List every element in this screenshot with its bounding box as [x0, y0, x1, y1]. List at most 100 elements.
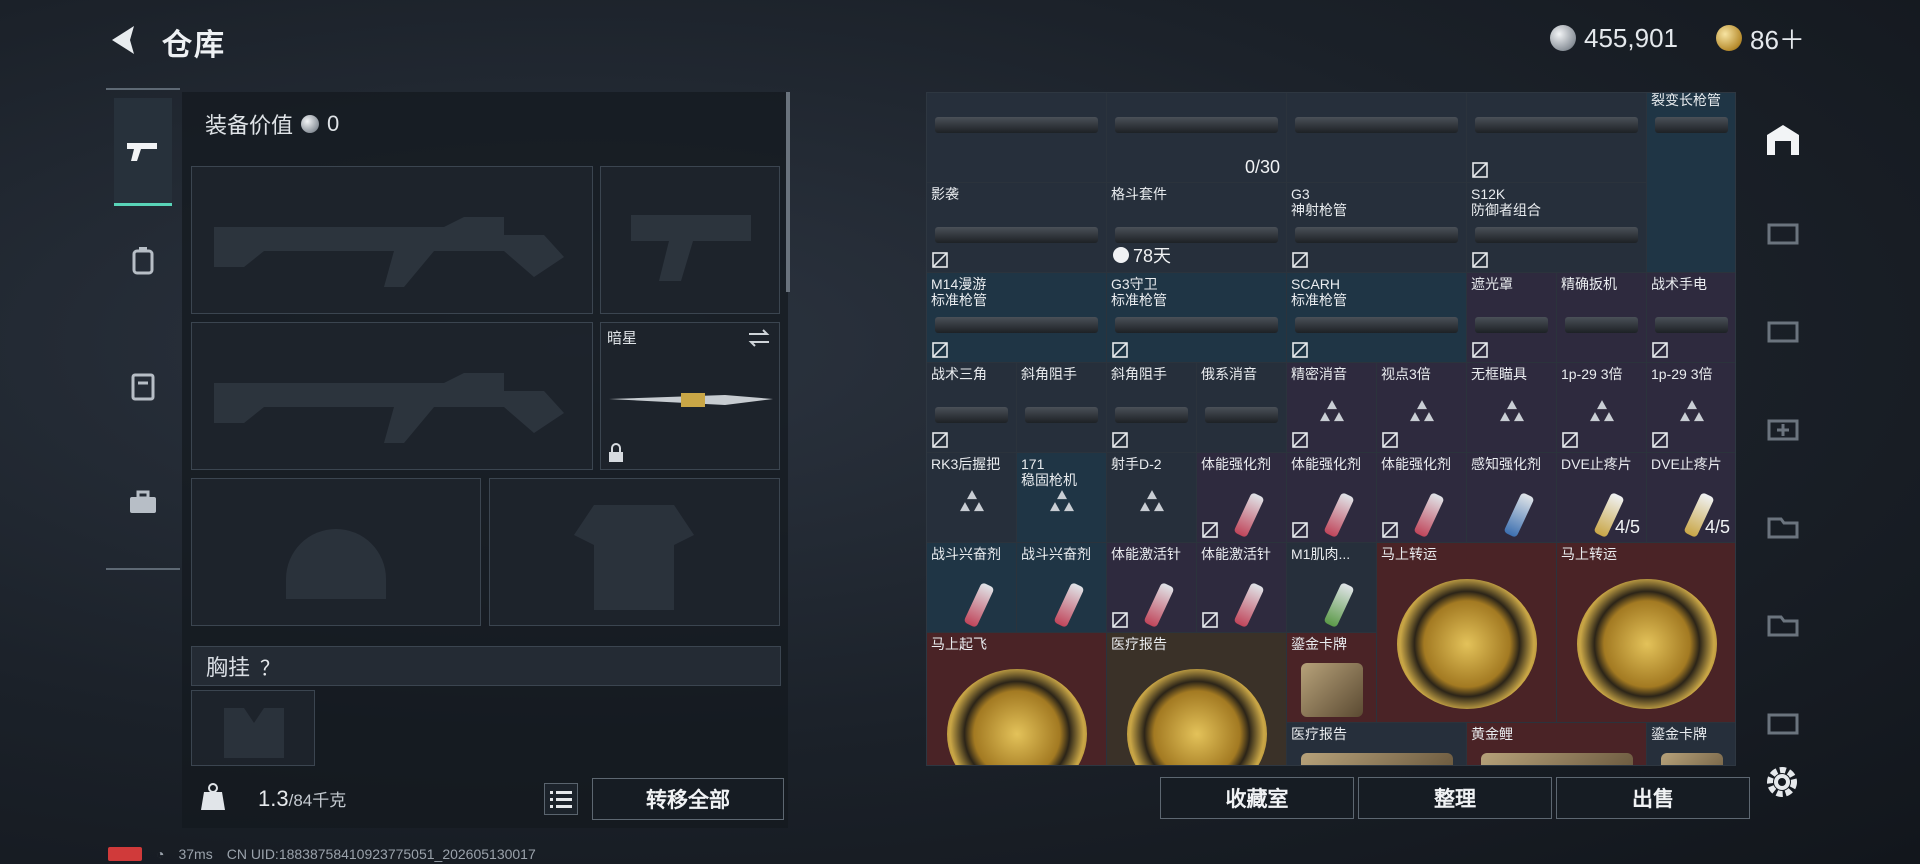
item-cell[interactable]: SMG45 裂变长枪管 — [1647, 92, 1735, 273]
item-cell[interactable]: 斜角阻手 — [1107, 363, 1197, 453]
item-cell[interactable] — [1287, 93, 1467, 183]
item-cell[interactable]: 战术手电 — [1647, 273, 1735, 363]
item-cell[interactable]: 感知强化剂 — [1467, 453, 1557, 543]
item-cell[interactable]: 鎏金卡牌 — [1287, 633, 1377, 723]
item-cell[interactable]: 精确扳机 — [1557, 273, 1647, 363]
item-cell[interactable]: 俄系消音 — [1197, 363, 1287, 453]
tab-weapons[interactable] — [114, 98, 172, 206]
no-insure-icon — [931, 341, 949, 359]
item-cell[interactable]: 0/30 — [1107, 93, 1287, 183]
helmet-slot[interactable] — [191, 478, 481, 626]
item-cell[interactable]: 体能强化剂 — [1197, 453, 1287, 543]
tab-storage-5[interactable] — [1756, 304, 1810, 354]
tab-toolbox[interactable] — [114, 474, 172, 530]
chest-rig-slot[interactable] — [191, 690, 315, 766]
item-cell[interactable]: 战斗兴奋剂 — [1017, 543, 1107, 633]
item-name: 171 稳固枪机 — [1021, 456, 1077, 488]
item-cell[interactable]: 无框瞄具 — [1467, 363, 1557, 453]
item-cell[interactable]: G3守卫 标准枪管 — [1107, 273, 1287, 363]
item-image — [1655, 317, 1728, 333]
item-cell[interactable]: SCARH 标准枪管 — [1287, 273, 1467, 363]
back-arrow-icon[interactable] — [104, 20, 144, 60]
tab-armor[interactable] — [114, 358, 172, 414]
item-name: 马上转运 — [1561, 546, 1617, 562]
item-image — [1655, 117, 1728, 133]
item-cell[interactable]: 格斗套件 78天 — [1107, 183, 1287, 273]
item-cell[interactable] — [927, 93, 1107, 183]
list-view-button[interactable] — [544, 783, 578, 815]
item-cell[interactable]: 斜角阻手 — [1017, 363, 1107, 453]
help-icon[interactable]: ？ — [260, 652, 280, 681]
item-cell[interactable]: 战斗兴奋剂 — [927, 543, 1017, 633]
knife-icon — [609, 393, 773, 407]
gold-amount[interactable]: 86＋ — [1750, 20, 1805, 57]
sort-button[interactable]: 整理 — [1358, 777, 1552, 819]
item-name: DVE止疼片 — [1561, 456, 1632, 472]
settings-gear-icon[interactable] — [1762, 762, 1802, 802]
item-count: 0/30 — [1244, 157, 1280, 177]
unknown-attachment-icon — [1405, 398, 1439, 431]
gold-currency[interactable]: 86＋ — [1716, 20, 1805, 57]
item-cell[interactable]: 影袭 — [927, 183, 1107, 273]
sell-button[interactable]: 出售 — [1556, 777, 1750, 819]
no-insure-icon — [1291, 341, 1309, 359]
collectible-image — [947, 669, 1087, 765]
tab-storage-folder-a[interactable] — [1756, 500, 1810, 550]
item-cell[interactable]: RK3后握把 — [927, 453, 1017, 543]
item-cell[interactable]: G3 神射枪管 — [1287, 183, 1467, 273]
item-image — [1115, 317, 1278, 333]
tab-storage-folder-c[interactable] — [1756, 696, 1810, 746]
timer-text: 78天 — [1133, 246, 1172, 266]
tab-storage-folder-b[interactable] — [1756, 598, 1810, 648]
tab-storage-all[interactable] — [1756, 114, 1810, 164]
item-cell[interactable]: 马上起飞 — [927, 633, 1107, 765]
item-cell[interactable]: HAMR — [1467, 93, 1647, 183]
item-cell[interactable]: 医疗报告 — [1107, 633, 1287, 765]
item-cell[interactable]: 171 稳固枪机 — [1017, 453, 1107, 543]
loadout-tabs — [106, 88, 180, 570]
secondary-weapon-slot[interactable] — [191, 322, 593, 470]
primary-weapon-slot[interactable] — [191, 166, 593, 314]
item-cell[interactable]: 1p-29 3倍 — [1647, 363, 1735, 453]
collectible-image — [1127, 669, 1267, 765]
item-cell[interactable]: 体能强化剂 — [1377, 453, 1467, 543]
item-cell[interactable]: 马上转运 — [1557, 543, 1735, 723]
item-cell[interactable]: 视点3倍 — [1377, 363, 1467, 453]
item-cell[interactable]: DVE止疼片 4/5 — [1557, 453, 1647, 543]
collection-room-button[interactable]: 收藏室 — [1160, 777, 1354, 819]
tab-storage-3[interactable] — [1756, 206, 1810, 256]
item-cell[interactable]: 鎏金卡牌 — [1647, 723, 1735, 765]
item-cell[interactable]: 医疗报告 — [1287, 723, 1467, 765]
body-armor-slot[interactable] — [489, 478, 780, 626]
scrollbar[interactable] — [786, 92, 790, 292]
item-image — [1115, 117, 1278, 133]
item-cell[interactable]: S12K 防御者组合 — [1467, 183, 1647, 273]
item-cell[interactable]: 射手D-2 — [1107, 453, 1197, 543]
collectible-image — [1397, 579, 1537, 709]
transfer-all-button[interactable]: 转移全部 — [592, 778, 784, 820]
tab-storage-add[interactable] — [1756, 402, 1810, 452]
item-name: 战斗兴奋剂 — [931, 546, 1001, 562]
no-insure-icon — [1651, 341, 1669, 359]
item-cell[interactable]: DVE止疼片 4/5 — [1647, 453, 1735, 543]
item-cell[interactable]: 马上转运 — [1377, 543, 1557, 723]
item-cell[interactable]: 体能强化剂 — [1287, 453, 1377, 543]
item-cell[interactable]: M1肌肉... — [1287, 543, 1377, 633]
melee-slot[interactable]: 暗星 — [600, 322, 780, 470]
item-cell[interactable]: M14漫游 标准枪管 — [927, 273, 1107, 363]
pistol-slot[interactable] — [600, 166, 780, 314]
item-cell[interactable]: 1p-29 3倍 — [1557, 363, 1647, 453]
no-insure-icon — [1471, 341, 1489, 359]
pistol-icon — [127, 142, 157, 161]
item-cell[interactable]: 遮光罩 — [1467, 273, 1557, 363]
swap-icon[interactable] — [747, 329, 771, 347]
item-cell[interactable]: 黄金鲤 — [1467, 723, 1647, 765]
toolbox-icon — [130, 490, 156, 513]
item-cell[interactable]: 体能激活针 — [1197, 543, 1287, 633]
tab-backpack[interactable] — [114, 232, 172, 288]
item-cell[interactable]: 战术三角 — [927, 363, 1017, 453]
item-name: SMG45 裂变长枪管 — [1651, 92, 1721, 108]
item-cell[interactable]: 体能激活针 — [1107, 543, 1197, 633]
page-title: 仓库 — [162, 29, 226, 62]
item-cell[interactable]: 精密消音 — [1287, 363, 1377, 453]
